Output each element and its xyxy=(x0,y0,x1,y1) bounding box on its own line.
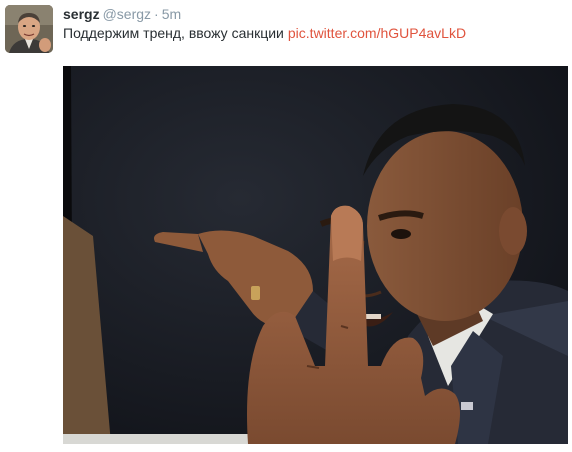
tweet-header: sergz @sergz · 5m xyxy=(63,5,181,23)
tweet: sergz @sergz · 5m Поддержим тренд, ввожу са… xyxy=(0,0,572,452)
tweet-body: Поддержим тренд, ввожу санкции xyxy=(63,25,284,41)
attached-photo xyxy=(63,66,568,444)
author-fullname[interactable]: sergz xyxy=(63,6,100,22)
avatar[interactable] xyxy=(5,5,53,53)
avatar-photo xyxy=(5,5,53,53)
tweet-timestamp[interactable]: 5m xyxy=(162,6,181,22)
header-separator: · xyxy=(154,6,159,22)
tweet-media[interactable] xyxy=(63,66,568,444)
tweet-media-link[interactable]: pic.twitter.com/hGUP4avLkD xyxy=(288,25,466,41)
author-username[interactable]: @sergz xyxy=(103,6,151,22)
tweet-text: Поддержим тренд, ввожу санкции pic.twitte… xyxy=(63,24,466,42)
